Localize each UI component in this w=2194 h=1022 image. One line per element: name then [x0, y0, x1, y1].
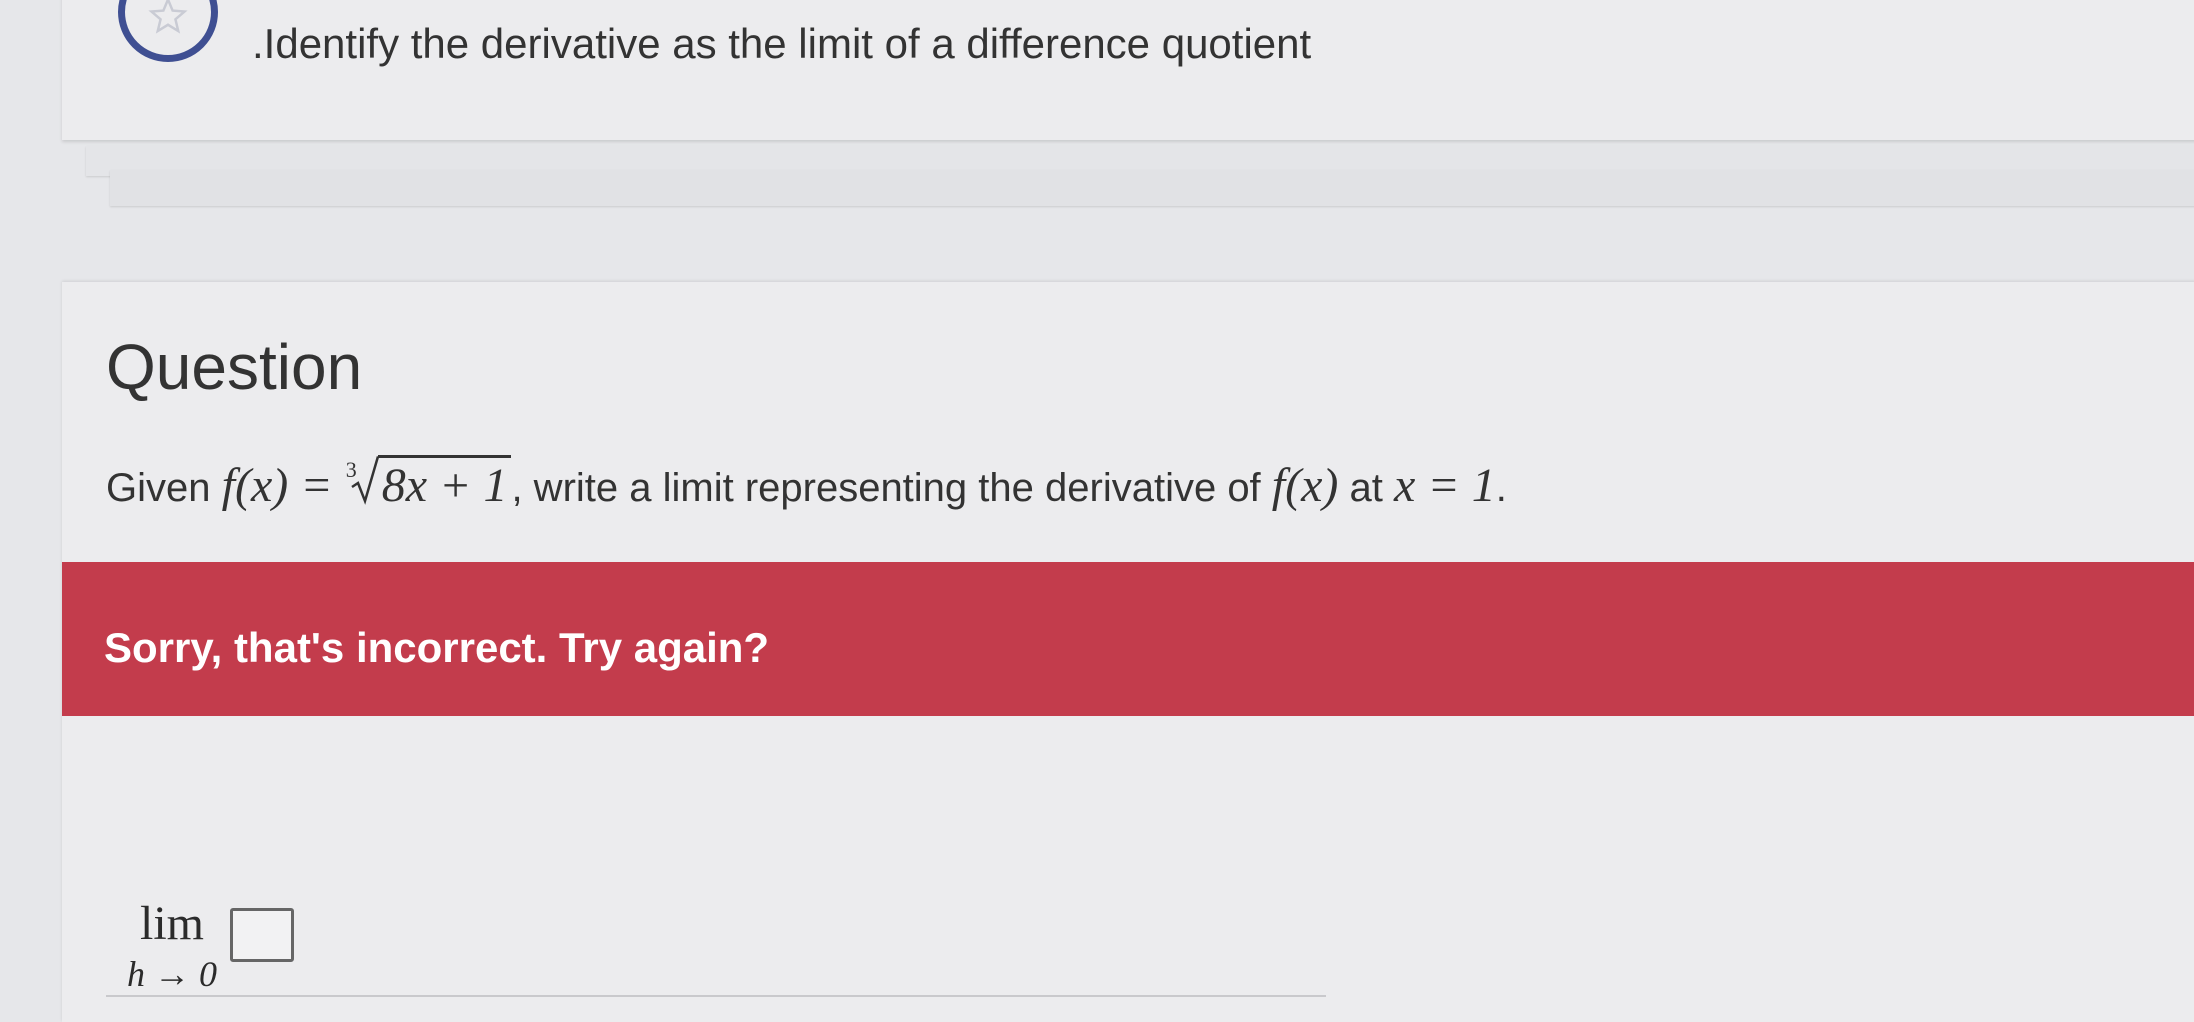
function-definition: f(x) =	[221, 459, 333, 512]
star-icon	[148, 0, 188, 34]
question-heading: Question	[106, 331, 363, 403]
function-reference: f(x)	[1271, 459, 1339, 512]
question-text: Given f(x) = 3 8x + 1 , write a limit re…	[106, 455, 1507, 513]
limit-expression: lim h → 0	[127, 897, 217, 994]
evaluation-point: x = 1	[1394, 459, 1496, 512]
cube-root: 3 8x + 1	[344, 455, 512, 513]
card-stack-layer	[110, 170, 2194, 206]
objective-title: .Identify the derivative as the limit of…	[252, 20, 1312, 67]
radical-sign-icon	[351, 456, 379, 505]
feedback-message: Sorry, that's incorrect. Try again?	[104, 624, 770, 671]
answer-input-box[interactable]	[230, 908, 294, 962]
answer-divider	[106, 995, 1326, 997]
